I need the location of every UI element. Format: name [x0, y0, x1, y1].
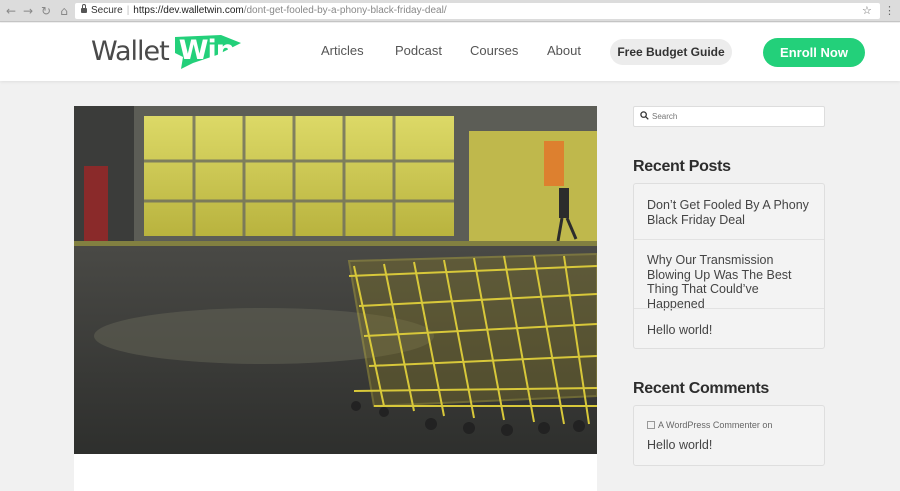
- nav-courses[interactable]: Courses: [470, 43, 518, 58]
- home-icon[interactable]: ⌂: [57, 3, 71, 19]
- address-bar[interactable]: Secure | https://dev.walletwin.com/dont-ge…: [75, 3, 880, 19]
- secure-label: Secure: [91, 5, 123, 16]
- nav-podcast[interactable]: Podcast: [395, 43, 442, 58]
- browser-toolbar: ← → ↻ ⌂ Secure | https://dev.walletwin.com…: [0, 0, 900, 22]
- divider: [634, 308, 824, 309]
- nav-articles[interactable]: Articles: [321, 43, 364, 58]
- comment-on-label: on: [762, 420, 773, 430]
- site-header: Wallet Win Articles Podcast Courses Abou…: [0, 23, 900, 81]
- comment-author[interactable]: A WordPress Commenter: [658, 420, 760, 430]
- comment-edit-icon: [647, 421, 655, 429]
- search-box: [633, 106, 825, 127]
- bookmark-star-icon[interactable]: ☆: [862, 3, 872, 19]
- search-input[interactable]: [652, 109, 820, 124]
- divider: [634, 239, 824, 240]
- url-path: /dont-get-fooled-by-a-phony-black-friday…: [243, 5, 447, 16]
- recent-comments-title: Recent Comments: [633, 380, 769, 397]
- walletwin-logo[interactable]: Wallet Win: [91, 29, 241, 73]
- post-content-card: [74, 454, 597, 491]
- recent-post-link[interactable]: Don’t Get Fooled By A Phony Black Friday…: [634, 198, 824, 227]
- logo-win-text: Win: [178, 35, 235, 66]
- url-separator: |: [126, 5, 130, 16]
- recent-posts-title: Recent Posts: [633, 158, 731, 175]
- lock-icon: [81, 4, 87, 13]
- back-icon[interactable]: ←: [4, 3, 18, 19]
- enroll-now-button[interactable]: Enroll Now: [763, 38, 865, 67]
- featured-image: [74, 106, 597, 454]
- logo-flag-icon: Win: [173, 33, 241, 69]
- shopping-carts-photo: [74, 106, 597, 454]
- recent-posts-list: Don’t Get Fooled By A Phony Black Friday…: [633, 183, 825, 349]
- recent-post-link[interactable]: Why Our Transmission Blowing Up Was The …: [634, 253, 824, 311]
- free-budget-guide-button[interactable]: Free Budget Guide: [610, 39, 732, 65]
- nav-about[interactable]: About: [547, 43, 581, 58]
- comment-meta: A WordPress Commenter on: [647, 420, 772, 430]
- recent-post-link[interactable]: Hello world!: [634, 323, 824, 338]
- logo-wallet-text: Wallet: [91, 35, 170, 67]
- search-icon: [640, 111, 649, 120]
- menu-kebab-icon[interactable]: ⋮: [884, 3, 895, 19]
- forward-icon[interactable]: →: [21, 3, 35, 19]
- reload-icon[interactable]: ↻: [39, 3, 53, 19]
- url-host: https://dev.walletwin.com: [133, 5, 244, 16]
- recent-comments-list: A WordPress Commenter on Hello world!: [633, 405, 825, 466]
- comment-post-link[interactable]: Hello world!: [647, 438, 712, 452]
